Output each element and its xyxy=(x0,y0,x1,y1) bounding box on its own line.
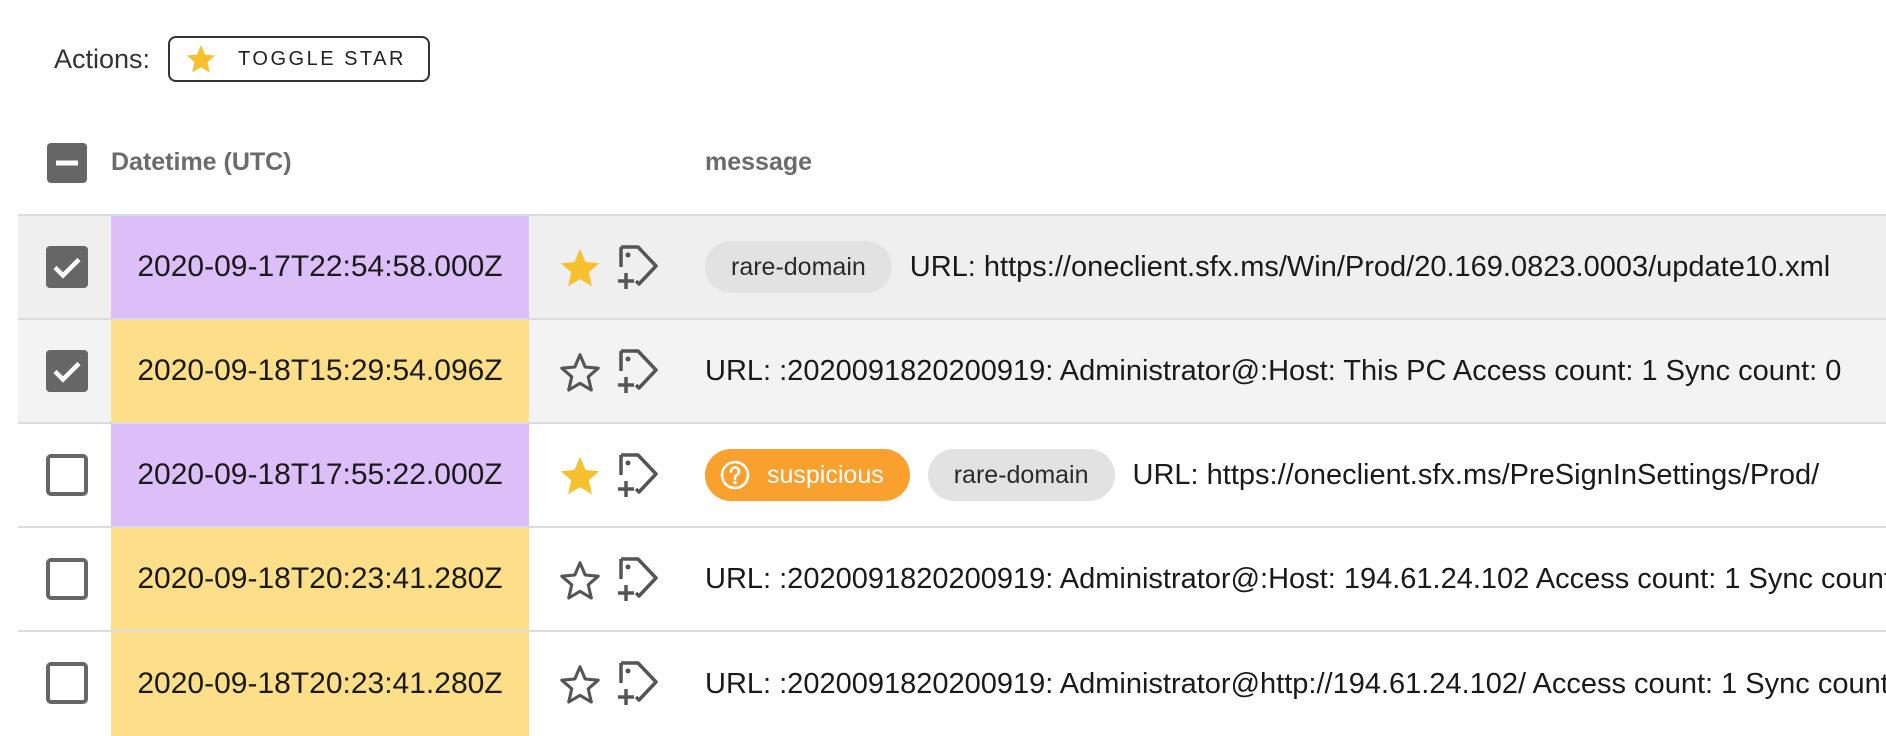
tag-chip[interactable]: rare-domain xyxy=(705,241,892,293)
datetime-cell[interactable]: 2020-09-18T15:29:54.096Z xyxy=(111,320,529,422)
datetime-cell[interactable]: 2020-09-18T17:55:22.000Z xyxy=(111,424,529,526)
add-tag-icon[interactable] xyxy=(614,659,662,709)
table-row[interactable]: 2020-09-18T20:23:41.280Z URL: :202009182… xyxy=(18,630,1886,736)
row-checkbox-unchecked[interactable] xyxy=(46,662,88,704)
star-outline-icon[interactable] xyxy=(557,349,603,395)
tag-chip[interactable]: rare-domain xyxy=(927,449,1115,501)
toggle-star-button[interactable]: TOGGLE STAR xyxy=(168,36,430,82)
datetime-cell[interactable]: 2020-09-17T22:54:58.000Z xyxy=(111,216,529,318)
datetime-cell[interactable]: 2020-09-18T20:23:41.280Z xyxy=(111,632,529,736)
question-circle-icon xyxy=(719,459,751,491)
actions-label: Actions: xyxy=(54,43,151,74)
toggle-star-label: TOGGLE STAR xyxy=(238,47,406,70)
message-cell: URL: :2020091820200919: Administrator@ht… xyxy=(705,632,1886,736)
message-text: URL: https://oneclient.sfx.ms/PreSignInS… xyxy=(1132,458,1820,491)
row-checkbox-unchecked[interactable] xyxy=(46,558,88,600)
message-text: URL: :2020091820200919: Administrator@:H… xyxy=(705,354,1842,387)
row-checkbox-unchecked[interactable] xyxy=(46,454,88,496)
datetime-cell[interactable]: 2020-09-18T20:23:41.280Z xyxy=(111,528,529,630)
message-cell: URL: :2020091820200919: Administrator@:H… xyxy=(705,320,1886,422)
actions-bar: Actions: TOGGLE STAR xyxy=(54,36,430,82)
table-row[interactable]: 2020-09-18T15:29:54.096Z URL: :202009182… xyxy=(18,318,1886,422)
label-chip-suspicious[interactable]: suspicious xyxy=(705,449,910,501)
star-outline-icon[interactable] xyxy=(557,557,603,603)
add-tag-icon[interactable] xyxy=(614,555,662,605)
star-filled-icon[interactable] xyxy=(557,245,603,291)
add-tag-icon[interactable] xyxy=(614,347,662,397)
message-cell: rare-domain URL: https://oneclient.sfx.m… xyxy=(705,216,1886,318)
message-cell: URL: :2020091820200919: Administrator@:H… xyxy=(705,528,1886,630)
star-outline-icon[interactable] xyxy=(557,661,603,707)
table-header: Datetime (UTC) message xyxy=(18,128,1886,214)
row-checkbox-checked[interactable] xyxy=(46,246,88,288)
add-tag-icon[interactable] xyxy=(614,451,662,501)
add-tag-icon[interactable] xyxy=(614,243,662,293)
message-cell: suspicious rare-domain URL: https://onec… xyxy=(705,424,1886,526)
table-row[interactable]: 2020-09-17T22:54:58.000Z rare-domain URL… xyxy=(18,214,1886,318)
message-text: URL: https://oneclient.sfx.ms/Win/Prod/2… xyxy=(909,250,1831,283)
table-row[interactable]: 2020-09-18T20:23:41.280Z URL: :202009182… xyxy=(18,526,1886,630)
star-icon xyxy=(184,42,218,76)
label-chip-text: suspicious xyxy=(767,460,884,489)
row-checkbox-checked[interactable] xyxy=(46,350,88,392)
table-row[interactable]: 2020-09-18T17:55:22.000Z suspicious rare… xyxy=(18,422,1886,526)
event-table: Datetime (UTC) message 2020-09-17T22:54:… xyxy=(18,128,1886,736)
message-text: URL: :2020091820200919: Administrator@ht… xyxy=(705,667,1886,700)
select-all-checkbox[interactable] xyxy=(47,143,87,183)
datetime-column-header[interactable]: Datetime (UTC) xyxy=(111,148,292,177)
message-text: URL: :2020091820200919: Administrator@:H… xyxy=(705,562,1886,595)
message-column-header[interactable]: message xyxy=(705,148,812,177)
star-filled-icon[interactable] xyxy=(557,453,603,499)
